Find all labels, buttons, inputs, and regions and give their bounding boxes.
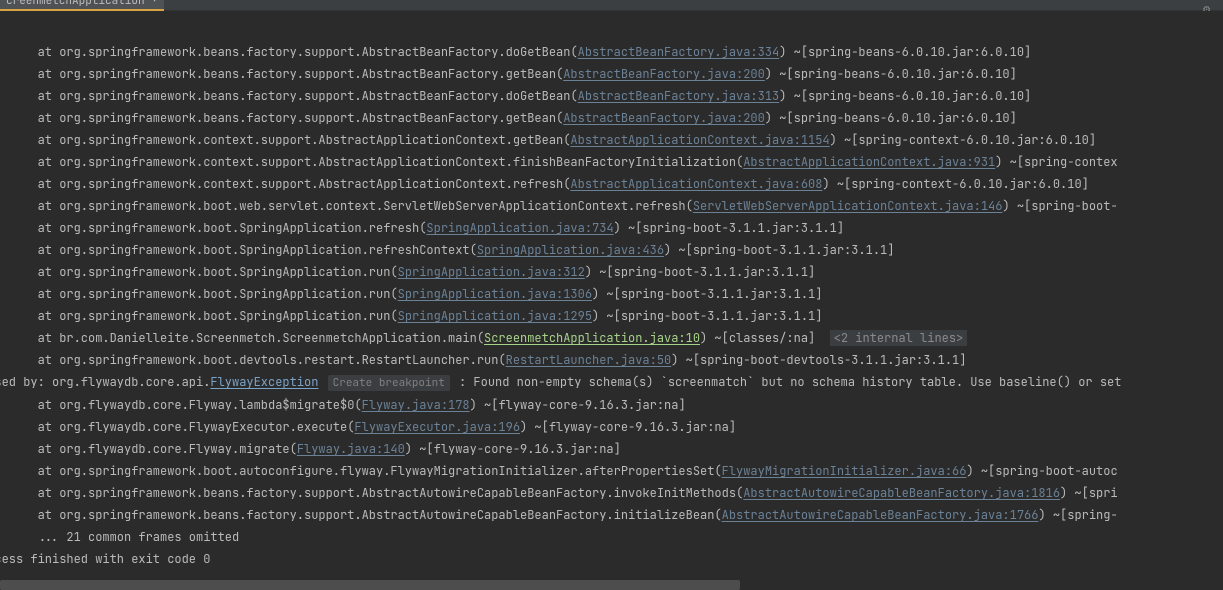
scrollbar-thumb[interactable] bbox=[0, 580, 740, 590]
internal-lines-chip[interactable]: <2 internal lines> bbox=[830, 330, 968, 346]
console-line: at org.springframework.boot.devtools.res… bbox=[0, 349, 1223, 371]
source-link[interactable]: AbstractBeanFactory.java:200 bbox=[563, 110, 765, 126]
source-link[interactable]: RestartLauncher.java:50 bbox=[506, 352, 672, 368]
console-line: rocess finished with exit code 0 bbox=[0, 548, 1223, 570]
source-link[interactable]: SpringApplication.java:312 bbox=[398, 264, 585, 280]
console-line: at org.flywaydb.core.Flyway.migrate(Flyw… bbox=[0, 438, 1223, 460]
source-link[interactable]: SpringApplication.java:734 bbox=[426, 220, 613, 236]
console-line: at org.flywaydb.core.FlywayExecutor.exec… bbox=[0, 416, 1223, 438]
console-line: at org.springframework.beans.factory.sup… bbox=[0, 107, 1223, 129]
console-line: at org.springframework.beans.factory.sup… bbox=[0, 482, 1223, 504]
console-line: at org.springframework.boot.autoconfigur… bbox=[0, 460, 1223, 482]
source-link[interactable]: AbstractAutowireCapableBeanFactory.java:… bbox=[743, 485, 1060, 501]
console-line: at org.springframework.boot.SpringApplic… bbox=[0, 261, 1223, 283]
console-line: at org.springframework.context.support.A… bbox=[0, 151, 1223, 173]
console-line: at org.springframework.boot.SpringApplic… bbox=[0, 283, 1223, 305]
source-link[interactable]: AbstractBeanFactory.java:200 bbox=[563, 66, 765, 82]
console-line: at org.flywaydb.core.Flyway.lambda$migra… bbox=[0, 394, 1223, 416]
horizontal-scrollbar[interactable] bbox=[0, 580, 1223, 590]
console-line: at org.springframework.beans.factory.sup… bbox=[0, 63, 1223, 85]
console-line: at org.springframework.beans.factory.sup… bbox=[0, 504, 1223, 526]
console-line: at org.springframework.boot.web.servlet.… bbox=[0, 195, 1223, 217]
console-line: at org.springframework.boot.SpringApplic… bbox=[0, 239, 1223, 261]
console-line: at org.springframework.beans.factory.sup… bbox=[0, 41, 1223, 63]
console-line: at org.springframework.beans.factory.sup… bbox=[0, 85, 1223, 107]
console-line: ... 21 common frames omitted bbox=[0, 526, 1223, 548]
source-link[interactable]: AbstractAutowireCapableBeanFactory.java:… bbox=[722, 507, 1039, 523]
source-link[interactable]: Flyway.java:178 bbox=[362, 397, 470, 413]
console-line: at br.com.Danielleite.Screenmetch.Screen… bbox=[0, 327, 1223, 349]
console-line: at org.springframework.boot.SpringApplic… bbox=[0, 217, 1223, 239]
source-link[interactable]: SpringApplication.java:436 bbox=[477, 242, 664, 258]
source-link[interactable]: FlywayMigrationInitializer.java:66 bbox=[722, 463, 967, 479]
source-link[interactable]: SpringApplication.java:1295 bbox=[398, 308, 592, 324]
source-link[interactable]: FlywayExecutor.java:196 bbox=[354, 419, 520, 435]
tab-bar: creenmetchApplication ▾ ⚙ bbox=[0, 0, 1223, 11]
source-link[interactable]: AbstractApplicationContext.java:1154 bbox=[570, 132, 829, 148]
source-link[interactable]: AbstractBeanFactory.java:334 bbox=[578, 44, 780, 60]
run-config-tab[interactable]: creenmetchApplication ▾ bbox=[0, 0, 164, 11]
console-line: at org.springframework.context.support.A… bbox=[0, 129, 1223, 151]
source-link[interactable]: SpringApplication.java:1306 bbox=[398, 286, 592, 302]
source-link[interactable]: ServletWebServerApplicationContext.java:… bbox=[693, 198, 1003, 214]
console-line: aused by: org.flywaydb.core.api.FlywayEx… bbox=[0, 371, 1223, 394]
console-line: at org.springframework.context.support.A… bbox=[0, 173, 1223, 195]
source-link[interactable]: AbstractApplicationContext.java:608 bbox=[570, 176, 822, 192]
exception-link[interactable]: FlywayException bbox=[210, 374, 318, 390]
console-line: at org.springframework.boot.SpringApplic… bbox=[0, 305, 1223, 327]
source-link[interactable]: Flyway.java:140 bbox=[297, 441, 405, 457]
source-link[interactable]: AbstractApplicationContext.java:931 bbox=[743, 154, 995, 170]
source-link[interactable]: AbstractBeanFactory.java:313 bbox=[578, 88, 780, 104]
source-link[interactable]: ScreenmetchApplication.java:10 bbox=[484, 330, 700, 346]
create-breakpoint-chip[interactable]: Create breakpoint bbox=[328, 375, 450, 391]
console-output: at org.springframework.beans.factory.sup… bbox=[0, 11, 1223, 590]
